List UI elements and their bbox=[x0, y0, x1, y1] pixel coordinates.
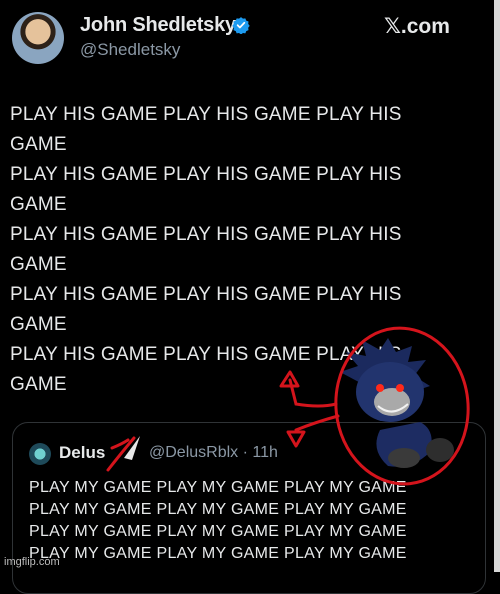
tweet-body: PLAY HIS GAME PLAY HIS GAME PLAY HIS GAM… bbox=[10, 100, 450, 400]
quoted-author-name[interactable]: Delus bbox=[59, 443, 105, 463]
quoted-tweet-line: PLAY MY GAME PLAY MY GAME PLAY MY GAME bbox=[29, 479, 407, 496]
verified-badge-icon bbox=[232, 17, 250, 34]
tweet-line: GAME bbox=[10, 314, 67, 335]
quoted-tweet-body: PLAY MY GAME PLAY MY GAME PLAY MY GAME P… bbox=[29, 477, 407, 565]
tweet-line: GAME bbox=[10, 374, 67, 395]
tweet-header: John Shedletsky @Shedletsky 𝕏.com bbox=[0, 0, 494, 70]
x-logo: 𝕏.com bbox=[384, 15, 450, 38]
author-display-name[interactable]: John Shedletsky bbox=[80, 14, 236, 37]
tweet-line: PLAY HIS GAME PLAY HIS GAME PLAY HIS bbox=[10, 104, 402, 125]
quoted-tweet-card[interactable]: Delus @DelusRblx · 11h PLAY MY GAME PLAY… bbox=[12, 422, 486, 594]
author-handle[interactable]: @Shedletsky bbox=[80, 40, 180, 60]
quoted-tweet-line: PLAY MY GAME PLAY MY GAME PLAY MY GAME bbox=[29, 523, 407, 540]
tweet-line: GAME bbox=[10, 254, 67, 275]
quoted-tweet-line: PLAY MY GAME PLAY MY GAME PLAY MY GAME bbox=[29, 501, 407, 518]
quoted-author-handle-time[interactable]: @DelusRblx · 11h bbox=[149, 444, 278, 462]
tweet-line: PLAY HIS GAME PLAY HIS GAME PLAY HIS bbox=[10, 164, 402, 185]
quoted-tweet-line: PLAY MY GAME PLAY MY GAME PLAY MY GAME bbox=[29, 545, 407, 562]
tweet-line: PLAY HIS GAME PLAY HIS GAME PLAY HIS bbox=[10, 284, 402, 305]
watermark: imgflip.com bbox=[4, 556, 60, 568]
tweet-line: GAME bbox=[10, 134, 67, 155]
quoted-author-avatar[interactable] bbox=[29, 443, 51, 465]
tweet-line: GAME bbox=[10, 194, 67, 215]
tweet-line: PLAY HIS GAME PLAY HIS GAME PLAY HIS bbox=[10, 344, 402, 365]
tweet-line: PLAY HIS GAME PLAY HIS GAME PLAY HIS bbox=[10, 224, 402, 245]
image-border bbox=[494, 0, 500, 572]
author-avatar[interactable] bbox=[12, 12, 64, 64]
